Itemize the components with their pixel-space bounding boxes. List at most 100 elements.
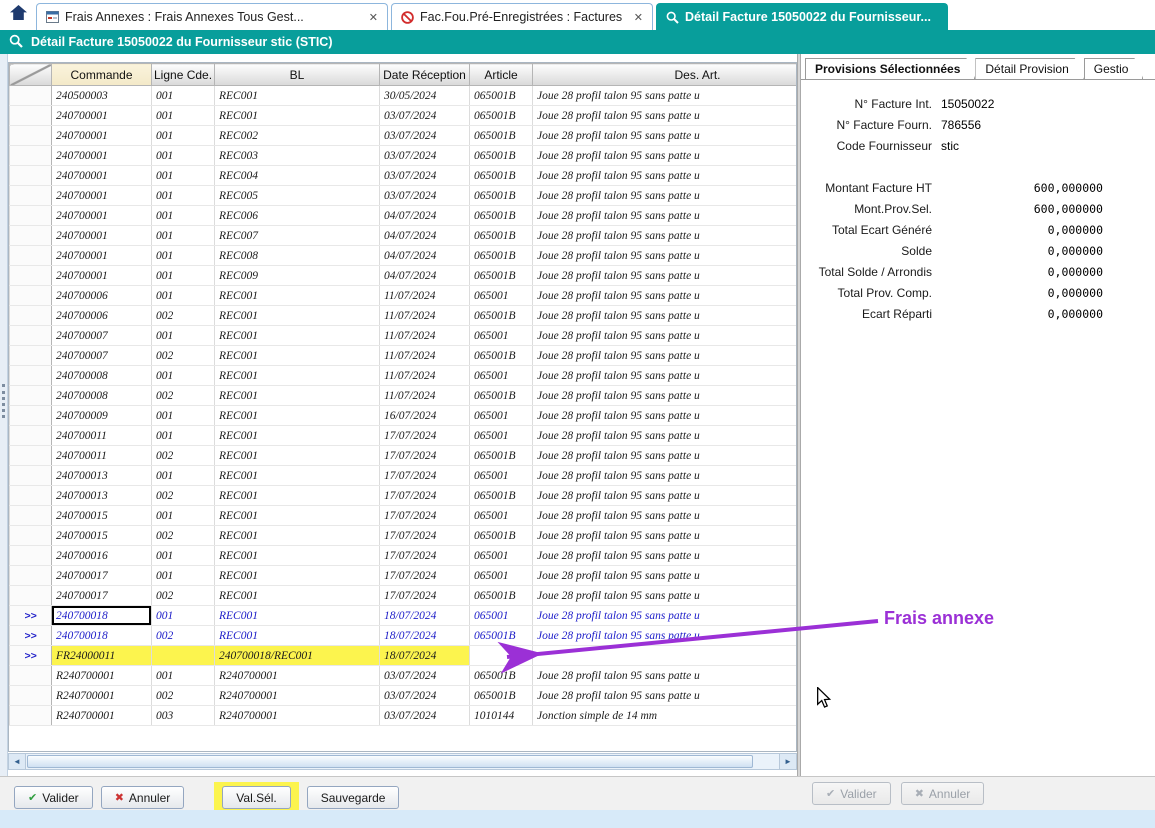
row-marker[interactable] [10,526,52,546]
cell-article[interactable]: 065001B [470,586,533,606]
scroll-right-icon[interactable]: ► [779,754,796,769]
cell-date[interactable]: 18/07/2024 [380,606,470,626]
cell-bl[interactable]: REC001 [215,486,380,506]
column-header[interactable]: Date Réception [380,64,470,86]
column-header[interactable]: Des. Art. [533,64,798,86]
cell-ligne[interactable]: 001 [152,546,215,566]
cell-des[interactable]: Joue 28 profil talon 95 sans patte u [533,306,798,326]
cell-ligne[interactable]: 002 [152,306,215,326]
cell-article[interactable]: 065001 [470,466,533,486]
row-marker[interactable] [10,266,52,286]
cell-ligne[interactable]: 001 [152,366,215,386]
cell-article[interactable]: 065001 [470,406,533,426]
tab-detail-facture[interactable]: Détail Facture 15050022 du Fournisseur..… [656,3,948,30]
row-marker[interactable] [10,386,52,406]
valider-button[interactable]: ✔Valider [14,786,93,809]
tab-provisions-selectionnees[interactable]: Provisions Sélectionnées [805,58,975,79]
cell-commande[interactable]: 240700017 [52,566,152,586]
row-marker[interactable] [10,186,52,206]
cell-article[interactable]: 065001B [470,666,533,686]
val-sel-button[interactable]: Val.Sél. [222,786,290,809]
cell-article[interactable]: 065001B [470,246,533,266]
cell-ligne[interactable]: 002 [152,346,215,366]
cell-commande[interactable]: 240700011 [52,446,152,466]
cell-date[interactable]: 11/07/2024 [380,326,470,346]
row-marker[interactable] [10,146,52,166]
cell-commande[interactable]: 240700006 [52,306,152,326]
cell-commande[interactable]: 240700016 [52,546,152,566]
cell-commande[interactable]: R240700001 [52,666,152,686]
cell-bl[interactable]: REC001 [215,446,380,466]
row-marker[interactable] [10,366,52,386]
column-header[interactable]: BL [215,64,380,86]
row-marker[interactable] [10,166,52,186]
cell-date[interactable]: 11/07/2024 [380,286,470,306]
row-marker[interactable] [10,546,52,566]
cell-article[interactable]: 065001 [470,606,533,626]
table-row[interactable]: 240700013002REC00117/07/2024065001BJoue … [10,486,798,506]
cell-des[interactable]: Joue 28 profil talon 95 sans patte u [533,366,798,386]
cell-bl[interactable]: REC001 [215,426,380,446]
tab-frais-annexes[interactable]: Frais Annexes : Frais Annexes Tous Gest.… [36,3,388,30]
cell-ligne[interactable]: 001 [152,206,215,226]
cell-des[interactable]: Joue 28 profil talon 95 sans patte u [533,426,798,446]
cell-bl[interactable]: REC001 [215,86,380,106]
row-marker[interactable] [10,326,52,346]
cell-des[interactable]: Joue 28 profil talon 95 sans patte u [533,486,798,506]
row-marker[interactable] [10,486,52,506]
cell-commande[interactable]: 240700018 [52,606,152,626]
cell-article[interactable]: 065001B [470,166,533,186]
cell-date[interactable]: 04/07/2024 [380,246,470,266]
cell-commande[interactable]: R240700001 [52,706,152,726]
cell-bl[interactable]: REC001 [215,506,380,526]
cell-article[interactable]: 065001B [470,686,533,706]
cell-commande[interactable]: 240700015 [52,506,152,526]
column-header[interactable]: Ligne Cde. [152,64,215,86]
row-marker[interactable] [10,566,52,586]
table-row[interactable]: 240700001001REC00604/07/2024065001BJoue … [10,206,798,226]
cell-date[interactable]: 18/07/2024 [380,626,470,646]
table-row[interactable]: 240700016001REC00117/07/2024065001Joue 2… [10,546,798,566]
cell-bl[interactable]: REC001 [215,626,380,646]
table-row[interactable]: 240700015001REC00117/07/2024065001Joue 2… [10,506,798,526]
cell-article[interactable]: 065001 [470,546,533,566]
cell-commande[interactable]: 240700011 [52,426,152,446]
cell-ligne[interactable]: 001 [152,506,215,526]
cell-date[interactable]: 03/07/2024 [380,186,470,206]
cell-commande[interactable]: 240700007 [52,326,152,346]
cell-ligne[interactable]: 001 [152,326,215,346]
row-marker[interactable]: >> [10,626,52,646]
row-marker[interactable] [10,306,52,326]
table-row[interactable]: 240700001001REC00103/07/2024065001BJoue … [10,106,798,126]
cell-des[interactable]: Joue 28 profil talon 95 sans patte u [533,466,798,486]
table-row[interactable]: 240700001001REC00503/07/2024065001BJoue … [10,186,798,206]
cell-des[interactable]: Joue 28 profil talon 95 sans patte u [533,226,798,246]
cell-article[interactable]: 065001 [470,506,533,526]
cell-des[interactable]: Joue 28 profil talon 95 sans patte u [533,566,798,586]
cell-bl[interactable]: REC001 [215,106,380,126]
horizontal-scrollbar[interactable]: ◄ ► [8,753,797,770]
cell-commande[interactable]: 240700001 [52,226,152,246]
cell-des[interactable]: Joue 28 profil talon 95 sans patte u [533,606,798,626]
scroll-left-icon[interactable]: ◄ [9,754,26,769]
row-marker[interactable] [10,706,52,726]
cell-ligne[interactable]: 003 [152,706,215,726]
cell-bl[interactable]: REC002 [215,126,380,146]
close-icon[interactable]: ✕ [363,11,378,24]
table-row[interactable]: 240700006002REC00111/07/2024065001BJoue … [10,306,798,326]
cell-date[interactable]: 17/07/2024 [380,466,470,486]
cell-article[interactable]: 065001B [470,186,533,206]
cell-ligne[interactable]: 001 [152,146,215,166]
row-marker[interactable] [10,426,52,446]
cell-commande[interactable]: 240700006 [52,286,152,306]
cell-bl[interactable]: REC003 [215,146,380,166]
cell-date[interactable]: 18/07/2024 [380,646,470,666]
cell-des[interactable]: Joue 28 profil talon 95 sans patte u [533,286,798,306]
cell-ligne[interactable]: 001 [152,466,215,486]
table-row[interactable]: 240700006001REC00111/07/2024065001Joue 2… [10,286,798,306]
cell-commande[interactable]: 240700001 [52,126,152,146]
tab-detail-provision[interactable]: Détail Provision [975,58,1083,79]
sauvegarde-button[interactable]: Sauvegarde [307,786,400,809]
cell-article[interactable]: 065001 [470,326,533,346]
cell-des[interactable]: Joue 28 profil talon 95 sans patte u [533,266,798,286]
